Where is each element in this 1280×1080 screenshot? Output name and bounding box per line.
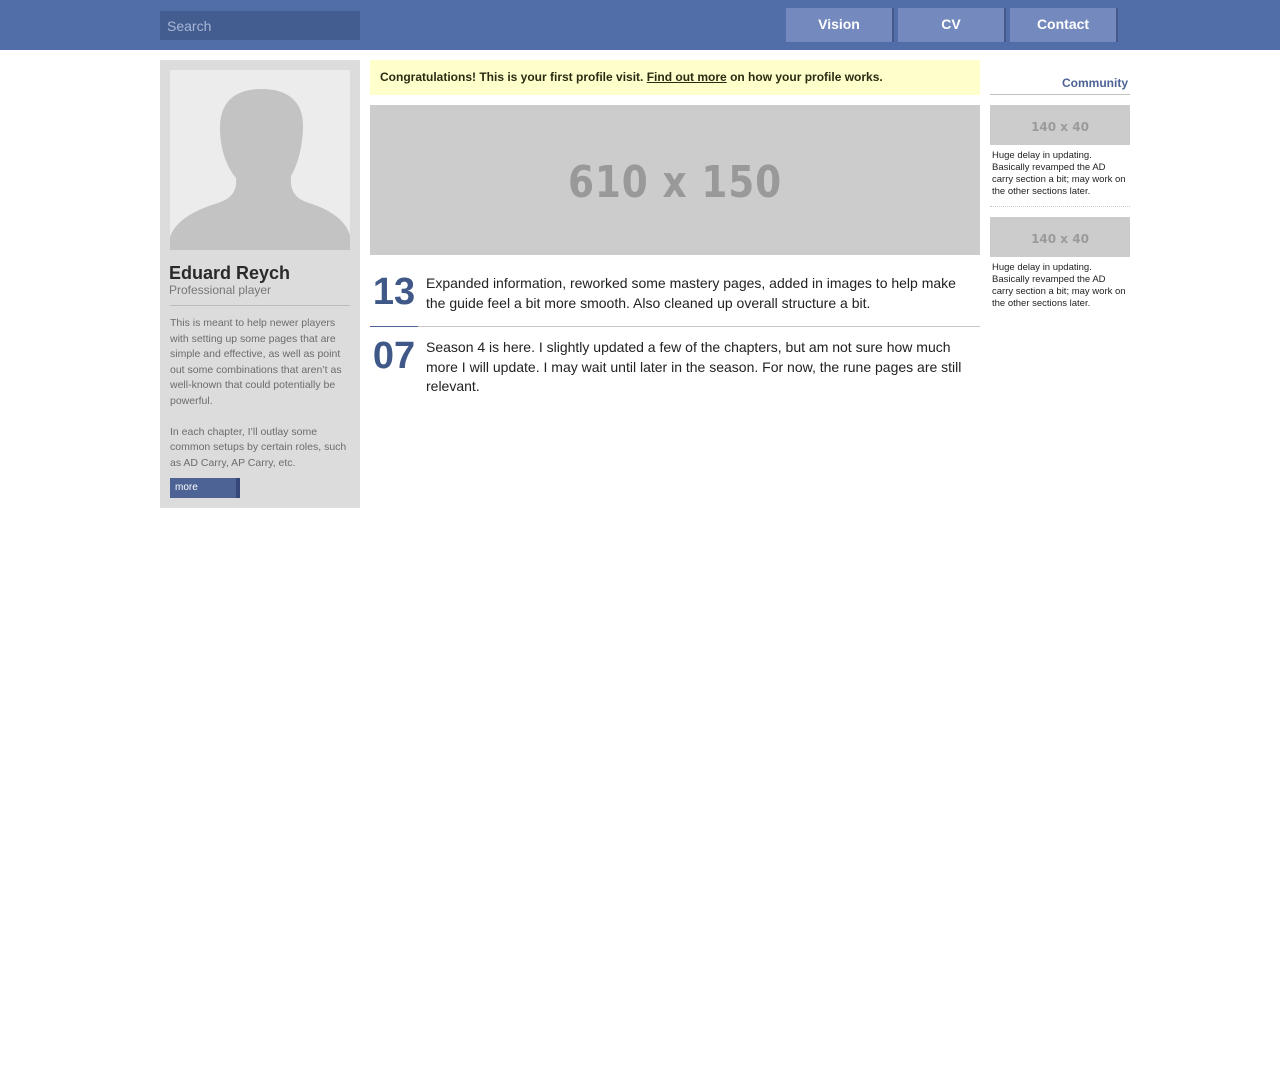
notice-text-end: on how your profile works.: [730, 70, 883, 84]
avatar: [170, 70, 350, 250]
profile-bio: This is meant to help newer players with…: [170, 316, 352, 487]
entry-text: Season 4 is here. I slightly updated a f…: [426, 339, 962, 394]
community-item-text: Huge delay in updating. Basically revamp…: [992, 262, 1126, 309]
divider: [990, 206, 1130, 207]
top-navigation-bar: Vision CV Contact: [0, 0, 1280, 50]
silhouette-avatar-icon: [170, 89, 350, 250]
nav-button-cv[interactable]: CV: [898, 8, 1006, 42]
divider: [990, 94, 1130, 95]
community-thumbnail[interactable]: 140 x 40: [990, 217, 1130, 257]
community-item-text: Huge delay in updating. Basically revamp…: [992, 150, 1126, 197]
entry-divider: [418, 326, 980, 327]
entry-date-day: 07: [372, 335, 416, 377]
bio-paragraph: This is meant to help newer players with…: [170, 317, 342, 407]
notice-text: Congratulations! This is your first prof…: [380, 70, 644, 84]
more-button[interactable]: more: [170, 478, 240, 498]
find-out-more-link[interactable]: Find out more: [647, 70, 727, 84]
banner-size-label: 610 x 150: [568, 157, 782, 208]
nav-button-vision[interactable]: Vision: [786, 8, 894, 42]
banner-image-placeholder: 610 x 150: [370, 105, 980, 255]
profile-name: Eduard Reych: [169, 263, 291, 283]
first-visit-notice: Congratulations! This is your first prof…: [370, 60, 980, 95]
community-heading: Community: [1062, 76, 1128, 90]
entry-date-day: 13: [372, 271, 416, 313]
entry-divider-accent: [370, 326, 418, 327]
bio-paragraph: In each chapter, I’ll outlay some common…: [170, 425, 347, 469]
profile-role: Professional player: [169, 283, 272, 297]
nav-button-contact[interactable]: Contact: [1010, 8, 1118, 42]
divider: [170, 305, 350, 306]
profile-card: Eduard Reych Professional player This is…: [160, 60, 360, 508]
entry-text: Expanded information, reworked some mast…: [426, 275, 956, 311]
community-thumbnail[interactable]: 140 x 40: [990, 105, 1130, 145]
search-input[interactable]: [160, 11, 360, 40]
